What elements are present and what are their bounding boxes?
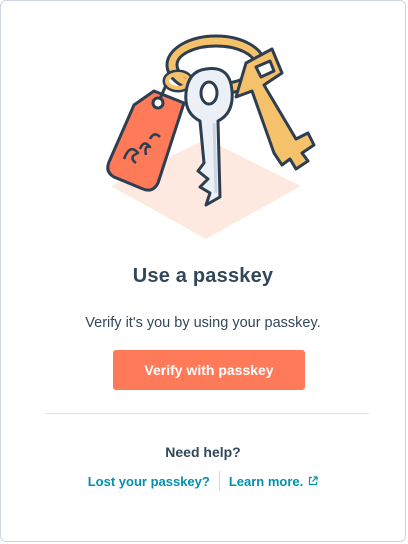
verify-with-passkey-button[interactable]: Verify with passkey: [113, 350, 305, 390]
gold-key-icon: [234, 47, 316, 171]
page-title: Use a passkey: [132, 265, 274, 287]
passkey-keys-illustration: [106, 34, 316, 239]
external-link-icon: [309, 476, 318, 486]
help-heading: Need help?: [165, 444, 241, 460]
divider: [45, 413, 369, 414]
verify-button-label: Verify with passkey: [144, 362, 274, 378]
passkey-card: Use a passkey Verify it's you by using y…: [0, 0, 406, 542]
help-links: Lost your passkey? Learn more.: [1, 471, 405, 491]
learn-more-link-label: Learn more.: [228, 473, 304, 489]
learn-more-link[interactable]: Learn more.: [229, 474, 318, 489]
lost-passkey-link-label: Lost your passkey?: [87, 473, 210, 489]
link-separator: [218, 471, 220, 491]
lost-passkey-link[interactable]: Lost your passkey?: [88, 474, 210, 489]
page-subtitle: Verify it's you by using your passkey.: [85, 315, 321, 331]
